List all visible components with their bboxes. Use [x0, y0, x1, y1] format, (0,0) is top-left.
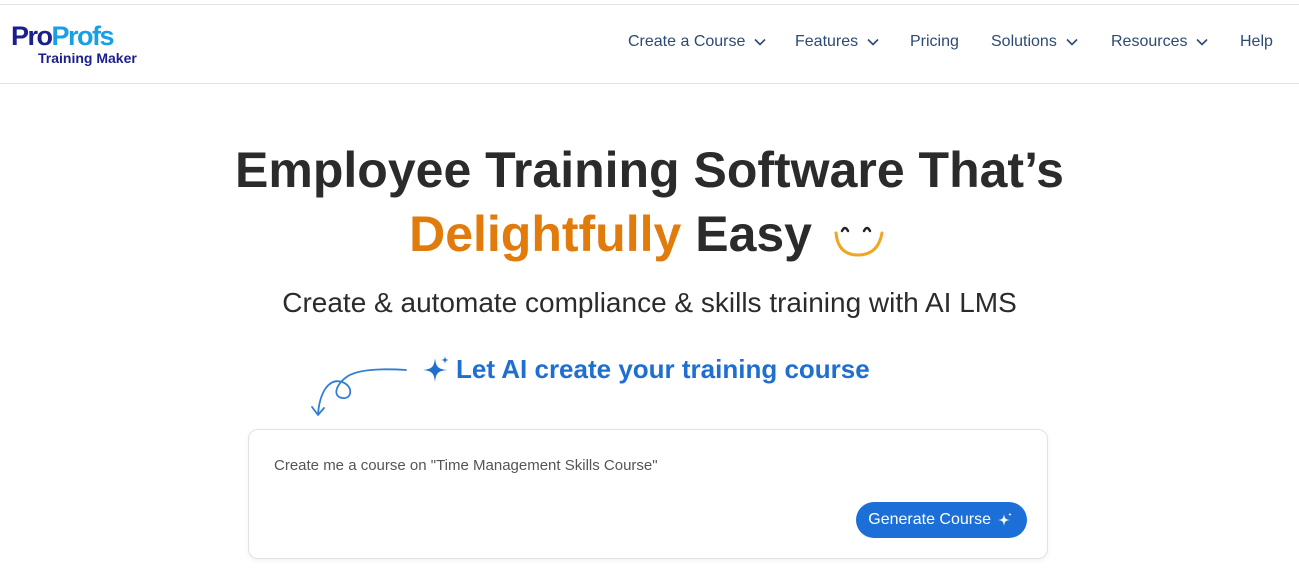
- smile-icon: [832, 208, 890, 257]
- chevron-down-icon: [1196, 38, 1209, 46]
- nav-resources[interactable]: Resources: [1111, 33, 1209, 51]
- nav-help[interactable]: Help: [1240, 33, 1273, 51]
- chevron-down-icon: [1066, 38, 1078, 46]
- generate-course-label: Generate Course: [868, 511, 991, 528]
- hero-title-rest: Easy: [695, 206, 812, 262]
- nav-pricing[interactable]: Pricing: [910, 33, 959, 51]
- nav-create-course[interactable]: Create a Course: [628, 33, 766, 51]
- nav-solutions-label: Solutions: [991, 33, 1057, 50]
- nav-features-label: Features: [795, 33, 859, 50]
- chevron-down-icon: [754, 38, 766, 46]
- sparkle-icon: [997, 512, 1013, 528]
- curly-arrow-icon: [306, 362, 410, 420]
- sparkle-icon: [422, 355, 450, 385]
- hero-title-line1: Employee Training Software That’s: [235, 142, 1064, 198]
- site-header: ProProfs Training Maker Create a Course …: [0, 5, 1299, 84]
- nav-resources-label: Resources: [1111, 33, 1188, 50]
- nav-create-course-label: Create a Course: [628, 33, 746, 50]
- hero-subtitle: Create & automate compliance & skills tr…: [282, 287, 1017, 318]
- nav-pricing-label: Pricing: [910, 33, 959, 50]
- nav-solutions[interactable]: Solutions: [991, 33, 1078, 51]
- hero-title-line2: Delightfully Easy: [0, 202, 1299, 266]
- ai-cta-heading: Let AI create your training course: [422, 354, 870, 385]
- prompt-input[interactable]: Create me a course on "Time Management S…: [274, 457, 658, 474]
- main-nav: Create a Course Features Pricing Solutio…: [0, 33, 1299, 55]
- ai-cta-label: Let AI create your training course: [456, 354, 870, 384]
- nav-features[interactable]: Features: [795, 33, 879, 51]
- ai-prompt-box[interactable]: Create me a course on "Time Management S…: [248, 429, 1048, 559]
- hero-title-highlight: Delightfully: [409, 206, 682, 262]
- nav-help-label: Help: [1240, 33, 1273, 50]
- chevron-down-icon: [867, 38, 879, 46]
- generate-course-button[interactable]: Generate Course: [856, 502, 1027, 538]
